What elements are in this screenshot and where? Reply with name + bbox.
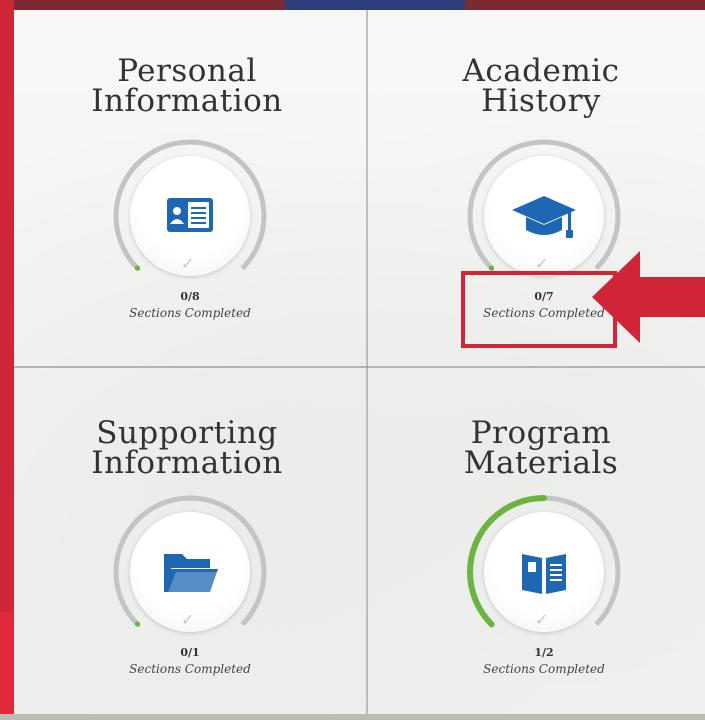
sections-completed-label: Sections Completed: [129, 662, 251, 676]
card-program-materials[interactable]: Program Materials ✓ 1/2 Sections Complete…: [368, 368, 705, 720]
left-red-edge: [0, 0, 14, 714]
top-banner-blue: [285, 0, 465, 10]
top-banner-strip: [0, 0, 705, 10]
left-red-bottom: [0, 612, 14, 714]
sections-count: 0/8: [180, 290, 200, 303]
pointer-arrow-icon: [592, 251, 705, 343]
card-supporting-information[interactable]: Supporting Information ✓ 0/1 Sections Com…: [14, 368, 360, 720]
card-personal-information[interactable]: Personal Information ✓ 0/8 Sections Compl…: [14, 10, 360, 362]
card-title: Supporting Information: [91, 415, 283, 481]
checkmark-icon: ✓: [181, 254, 195, 273]
sections-completed-label: Sections Completed: [483, 662, 605, 676]
card-title: Academic History: [462, 53, 620, 119]
sections-count: 0/1: [180, 646, 200, 659]
card-title: Program Materials: [463, 415, 619, 481]
checkmark-icon: ✓: [535, 610, 549, 629]
checkmark-icon: ✓: [181, 610, 195, 629]
application-sections-panel: Personal Information ✓ 0/8 Sections Compl…: [14, 10, 705, 714]
card-title: Personal Information: [91, 53, 283, 119]
sections-count: 1/2: [534, 646, 554, 659]
sections-completed-label: Sections Completed: [129, 306, 251, 320]
